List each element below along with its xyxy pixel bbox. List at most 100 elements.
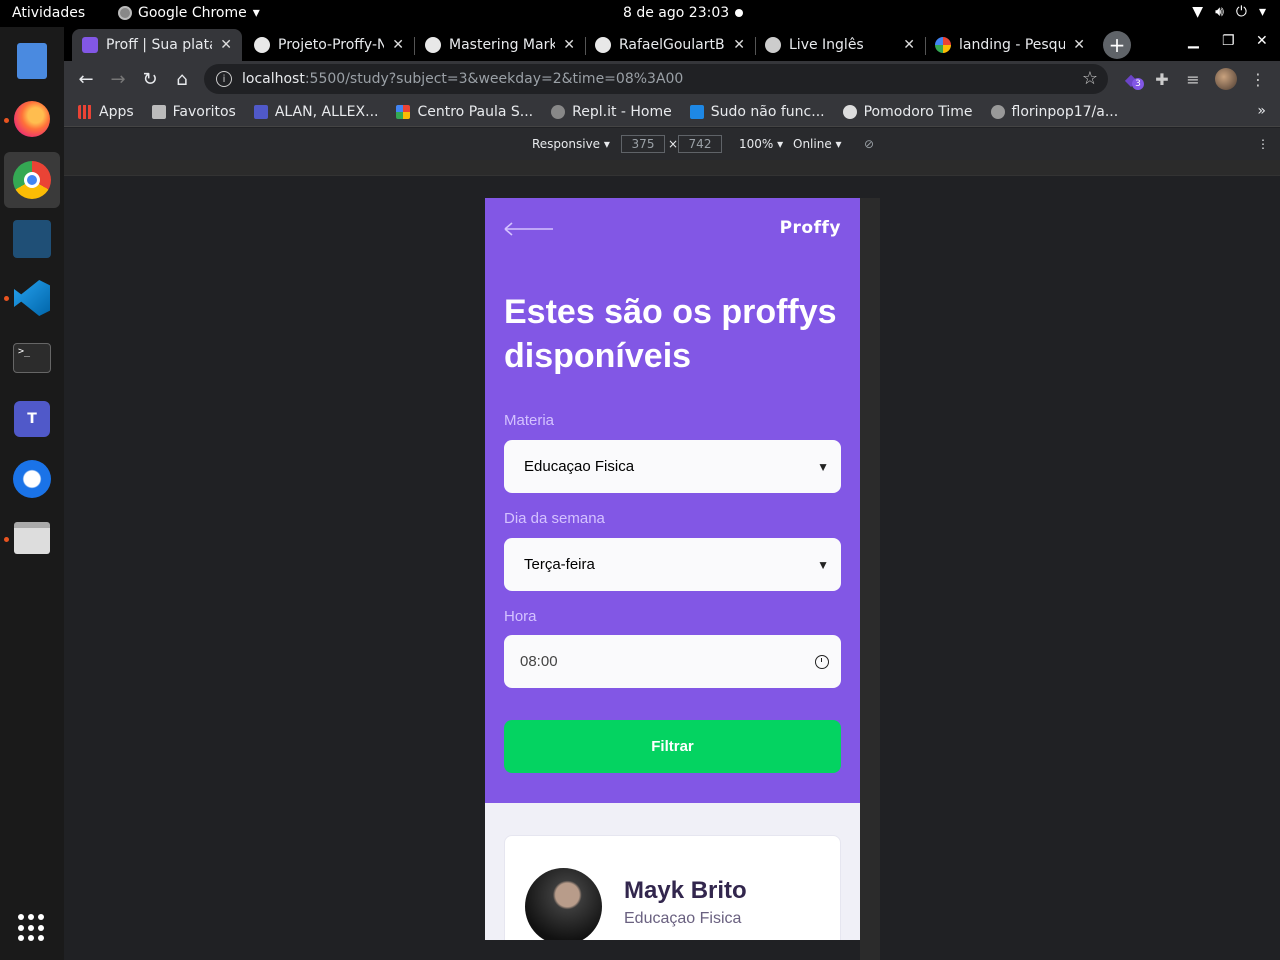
close-icon[interactable]: ✕ <box>220 37 232 53</box>
time-input[interactable]: 08:00 <box>504 635 841 688</box>
teacher-card: Mayk Brito Educaçao Fisica <box>504 835 841 940</box>
zoom-select[interactable]: 100% ▾ <box>739 137 783 151</box>
subject-select[interactable]: Educaçao Fisica ▼ <box>504 440 841 493</box>
dock-item-vscode[interactable] <box>12 278 52 318</box>
dock-item-files[interactable] <box>12 518 52 558</box>
bookmark-label: Apps <box>99 103 134 120</box>
home-button[interactable]: ⌂ <box>170 67 194 91</box>
dock-item-thunderbird[interactable] <box>12 459 52 499</box>
profile-avatar[interactable] <box>1215 68 1237 90</box>
dock-item-terminal[interactable]: >_ <box>12 338 52 378</box>
dock-item-teams[interactable]: T <box>12 399 52 439</box>
dock-item-firefox[interactable] <box>12 99 52 139</box>
bookmark-label: Favoritos <box>172 103 236 120</box>
chevron-down-icon: ▾ <box>252 5 260 21</box>
url-host: localhost <box>242 71 305 87</box>
filter-button[interactable]: Filtrar <box>504 720 841 773</box>
network-throttle-select[interactable]: Online ▾ <box>793 137 842 151</box>
chevron-down-icon: ▾ <box>1258 4 1266 20</box>
playlist-icon: ≡ <box>1186 69 1200 89</box>
dock-item-docs[interactable] <box>12 41 52 81</box>
tab-live-ingles[interactable]: Live Inglês ✕ <box>755 29 925 61</box>
running-indicator <box>4 296 9 301</box>
tab-strip: Proff | Sua plata ✕ Projeto-Proffy-N ✕ M… <box>64 27 1280 61</box>
browser-window: Proff | Sua plata ✕ Projeto-Proffy-N ✕ M… <box>64 27 1280 960</box>
show-apps-icon[interactable] <box>18 914 46 942</box>
dock-item-mysql-workbench[interactable] <box>12 219 52 259</box>
bookmark-alan-allex[interactable]: ALAN, ALLEX... <box>253 104 378 120</box>
close-icon[interactable]: ✕ <box>733 37 745 53</box>
back-arrow-icon[interactable] <box>503 220 555 238</box>
rotate-icon[interactable]: ⊘ <box>864 137 874 151</box>
tab-title: Live Inglês <box>789 37 864 53</box>
media-control-button[interactable]: ≡ <box>1182 68 1204 90</box>
clock[interactable]: 8 de ago 23:03 <box>623 5 729 21</box>
close-icon[interactable]: ✕ <box>563 37 575 53</box>
close-icon[interactable]: ✕ <box>392 37 404 53</box>
info-icon[interactable]: i <box>216 71 232 87</box>
close-icon[interactable]: ✕ <box>1073 37 1085 53</box>
weekday-select[interactable]: Terça-feira ▼ <box>504 538 841 591</box>
close-icon[interactable]: ✕ <box>903 37 915 53</box>
teams-icon: T <box>14 401 50 437</box>
forward-button[interactable]: → <box>106 67 130 91</box>
url-path: :5500/study?subject=3&weekday=2&time=08%… <box>304 71 684 87</box>
wifi-icon: ▼ <box>1192 4 1204 20</box>
tab-title: RafaelGoulartB <box>619 37 725 53</box>
reload-icon: ↻ <box>142 68 158 90</box>
tab-proffy[interactable]: Proff | Sua plata ✕ <box>72 29 242 61</box>
volume-icon: 🔊︎ <box>1215 4 1224 20</box>
bookmark-replit[interactable]: Repl.it - Home <box>551 104 672 120</box>
device-toolbar-menu-icon[interactable]: ⋮ <box>1257 137 1269 151</box>
running-indicator <box>4 537 9 542</box>
reload-button[interactable]: ↻ <box>138 67 162 91</box>
bookmark-star-icon[interactable]: ☆ <box>1082 68 1098 89</box>
viewport-height-input[interactable]: 742 <box>678 135 722 153</box>
plus-icon: + <box>1108 33 1126 57</box>
tab-mastering-markdown[interactable]: Mastering Mark ✕ <box>415 29 585 61</box>
bookmark-favoritos[interactable]: Favoritos <box>151 103 236 120</box>
dock: >_ T <box>0 27 64 960</box>
tab-rafaelgoulartb[interactable]: RafaelGoulartB ✕ <box>585 29 755 61</box>
subject-label: Materia <box>504 412 555 429</box>
system-tray[interactable]: ▼ 🔊︎ ⏻ ▾ <box>1192 4 1266 20</box>
bookmark-centro-paula-souza[interactable]: Centro Paula S... <box>396 104 533 120</box>
bookmarks-bar: Apps Favoritos ALAN, ALLEX... Centro Pau… <box>64 97 1280 127</box>
google-icon <box>935 37 951 53</box>
github-icon <box>254 37 270 53</box>
dock-item-chrome[interactable] <box>4 152 60 208</box>
activities-button[interactable]: Atividades <box>12 5 85 21</box>
network-label: Online <box>793 137 832 151</box>
clock-icon[interactable] <box>815 654 829 669</box>
app-name: Google Chrome <box>138 5 247 21</box>
restore-icon[interactable]: ❐ <box>1222 33 1235 49</box>
extension-button[interactable]: ◆ 3 <box>1120 68 1144 90</box>
github-icon <box>990 104 1005 119</box>
device-mode-select[interactable]: Responsive ▾ <box>532 137 610 151</box>
github-icon <box>425 37 441 53</box>
browser-menu-button[interactable]: ⋮ <box>1247 68 1269 90</box>
bookmark-florinpop17[interactable]: florinpop17/a... <box>990 104 1118 120</box>
viewport-resize-handle[interactable] <box>860 198 880 960</box>
tab-title: Projeto-Proffy-N <box>278 37 385 53</box>
back-button[interactable]: ← <box>74 67 98 91</box>
viewport-width-input[interactable]: 375 <box>621 135 665 153</box>
close-window-icon[interactable]: ✕ <box>1256 33 1268 49</box>
new-tab-button[interactable]: + <box>1103 31 1131 59</box>
bookmark-sudo[interactable]: Sudo não func... <box>689 104 825 120</box>
minimize-icon[interactable]: ▁ <box>1188 33 1199 49</box>
tab-projeto-proffy[interactable]: Projeto-Proffy-N ✕ <box>244 29 414 61</box>
teacher-subject: Educaçao Fisica <box>624 910 742 927</box>
proffy-logo: Proffy <box>779 218 841 238</box>
app-menu[interactable]: Google Chrome ▾ <box>118 5 260 21</box>
bookmarks-overflow-icon[interactable]: » <box>1257 103 1266 119</box>
replit-icon <box>551 104 566 119</box>
bookmark-apps[interactable]: Apps <box>78 104 134 120</box>
extensions-button[interactable]: ✚ <box>1151 68 1173 90</box>
address-bar[interactable]: i localhost:5500/study?subject=3&weekday… <box>204 64 1108 94</box>
folder-icon <box>151 104 166 119</box>
bookmark-pomodoro[interactable]: Pomodoro Time <box>842 104 973 120</box>
tab-landing-pesquisa[interactable]: landing - Pesqu ✕ <box>925 29 1095 61</box>
extension-badge: 3 <box>1132 78 1144 90</box>
weekday-value: Terça-feira <box>524 556 595 573</box>
